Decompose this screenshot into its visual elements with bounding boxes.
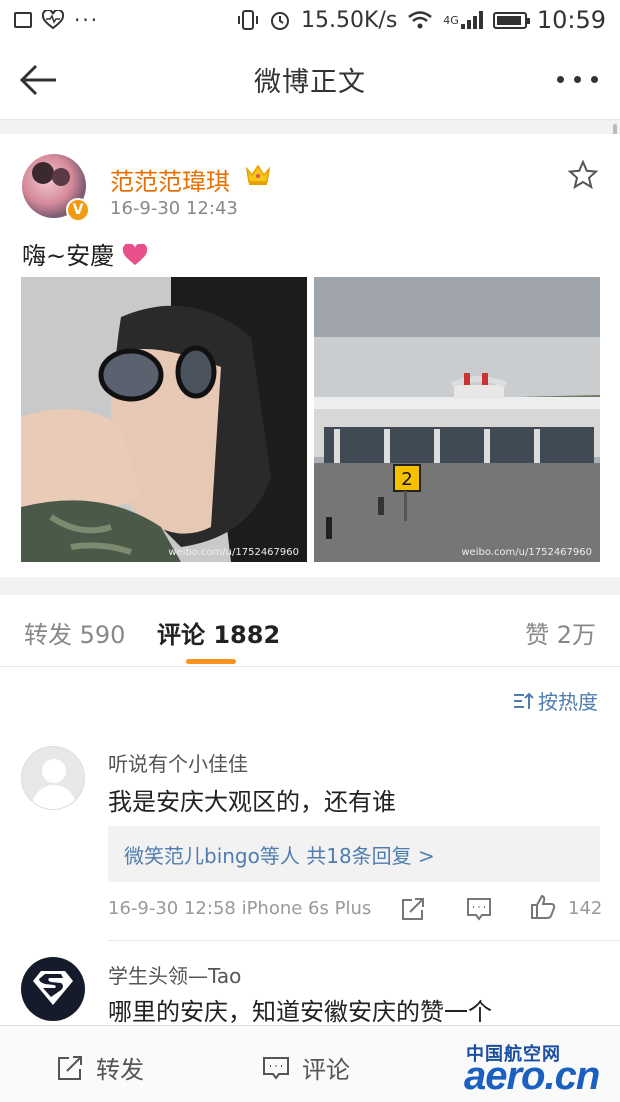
comment-text: 我是安庆大观区的，还有谁 xyxy=(108,788,396,816)
gate-sign: 2 xyxy=(401,469,412,490)
weibo-post: V 范范范瑋琪 16-9-30 12:43 嗨~安慶 weibo.com/u/1… xyxy=(0,134,620,577)
post-content: 嗨~安慶 xyxy=(22,236,148,271)
comment-button[interactable]: 评论 xyxy=(262,1050,350,1085)
battery-icon xyxy=(492,11,530,29)
reply-icon[interactable] xyxy=(466,896,492,922)
post-text: 嗨~安慶 xyxy=(22,242,115,270)
favorite-star-icon[interactable] xyxy=(568,160,598,190)
vibrate-icon xyxy=(238,10,258,30)
image-icon xyxy=(14,12,32,28)
tab-repost[interactable]: 转发 590 xyxy=(24,615,125,650)
commenter-name[interactable]: 学生头领—Tao xyxy=(108,960,241,989)
tab-like[interactable]: 赞 2万 xyxy=(525,615,596,650)
comment-divider xyxy=(108,940,620,941)
back-arrow-icon[interactable] xyxy=(18,62,58,98)
tab-comment[interactable]: 评论 1882 xyxy=(157,615,280,650)
wifi-icon xyxy=(408,11,433,29)
heart-emoji-icon xyxy=(122,244,147,265)
repost-button[interactable]: 转发 xyxy=(56,1050,144,1085)
sort-icon xyxy=(514,692,534,709)
network-type: 4G xyxy=(443,14,459,27)
signal-icon xyxy=(460,11,483,29)
section-divider xyxy=(0,577,620,595)
nav-header: 微博正文 xyxy=(0,40,620,120)
repost-icon xyxy=(58,1055,82,1080)
repost-label: 转发 xyxy=(96,1056,144,1084)
image-watermark: weibo.com/u/1752467960 xyxy=(168,547,299,558)
page-title: 微博正文 xyxy=(254,67,366,98)
sort-label: 按热度 xyxy=(538,690,598,714)
sort-by-hot-button[interactable]: 按热度 xyxy=(512,686,598,715)
clock: 10:59 xyxy=(536,6,606,34)
share-icon[interactable] xyxy=(400,896,426,922)
commenter-avatar[interactable] xyxy=(21,746,85,810)
comment-actions: 142 xyxy=(400,894,603,924)
replies-text: 微笑范儿bingo等人 共18条回复 > xyxy=(124,844,435,868)
author-avatar[interactable]: V xyxy=(22,154,90,222)
like-thumb-icon[interactable] xyxy=(530,894,556,920)
verified-badge-icon: V xyxy=(66,198,90,222)
commenter-avatar[interactable] xyxy=(21,957,85,1021)
author-name[interactable]: 范范范瑋琪 xyxy=(110,162,230,197)
active-tab-indicator xyxy=(186,659,236,664)
post-timestamp: 16-9-30 12:43 xyxy=(110,198,238,219)
post-stats-tabs: 转发 590 评论 1882 赞 2万 xyxy=(0,595,620,667)
image-watermark: weibo.com/u/1752467960 xyxy=(461,547,592,558)
watermark-logo-en: aero.cn xyxy=(464,1054,600,1098)
alarm-icon xyxy=(271,12,289,30)
comment-icon xyxy=(263,1056,289,1080)
more-dots-icon: ··· xyxy=(74,8,100,32)
comment-meta: 16-9-30 12:58 iPhone 6s Plus xyxy=(108,898,372,919)
crown-icon xyxy=(245,164,271,185)
post-image-selfie[interactable]: weibo.com/u/1752467960 xyxy=(21,277,307,562)
heart-rate-icon xyxy=(42,10,64,30)
commenter-name[interactable]: 听说有个小佳佳 xyxy=(108,748,248,777)
bottom-action-bar: 转发 评论 中国航空网 aero.cn xyxy=(0,1025,620,1102)
network-speed: 15.50K/s xyxy=(301,7,398,33)
comment-label: 评论 xyxy=(302,1056,350,1084)
post-image-airport[interactable]: 2 weibo.com/u/1752467960 xyxy=(314,277,600,562)
status-bar: ··· 15.50K/s 4G 10:59 xyxy=(0,0,620,40)
section-divider xyxy=(0,120,620,134)
comment-replies-link[interactable]: 微笑范儿bingo等人 共18条回复 > xyxy=(108,826,600,882)
more-options-icon[interactable] xyxy=(557,76,598,83)
comment-text: 哪里的安庆，知道安徽安庆的赞一个 xyxy=(108,998,492,1026)
like-count: 142 xyxy=(568,898,603,919)
